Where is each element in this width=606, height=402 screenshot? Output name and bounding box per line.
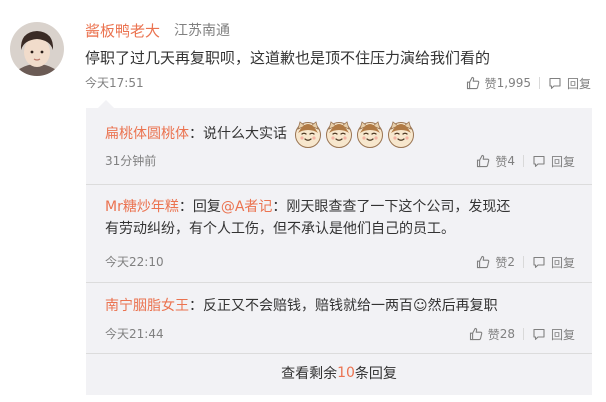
like-button[interactable]: 赞 2 xyxy=(476,254,515,271)
reply-label: 回复 xyxy=(550,154,575,169)
reply-content-continued: 有劳动纠纷，有个人工伤，但不承认是他们自己的员工。 xyxy=(105,221,455,237)
action-divider xyxy=(522,328,524,340)
reply-box-caret xyxy=(98,100,114,108)
thumbs-up-icon xyxy=(476,154,490,168)
reply-label: 回复 xyxy=(550,327,575,342)
thumbs-up-icon xyxy=(469,327,483,341)
reply-button[interactable]: 回复 xyxy=(532,254,575,271)
cat-emoji-icon xyxy=(294,120,322,148)
action-divider xyxy=(522,155,524,167)
more-suffix: 条回复 xyxy=(354,366,397,382)
reply-author[interactable]: 南宁胭脂女王 xyxy=(105,298,189,314)
reply-text: 反正又不会赔钱，赔钱就给一两百☺然后再复职 xyxy=(203,298,498,314)
more-count: 10 xyxy=(337,365,355,381)
reply-prefix: 回复 xyxy=(192,199,221,215)
reply-time: 31分钟前 xyxy=(105,154,157,168)
reply-text: ：刚天眼查查了一下这个公司，发现还 xyxy=(272,199,511,215)
like-count: 2 xyxy=(507,255,515,269)
thumbs-up-icon xyxy=(466,76,480,90)
comment-header: 酱板鸭老大 江苏南通 xyxy=(85,18,230,42)
reply-button[interactable]: 回复 xyxy=(532,153,575,170)
reply-label: 回复 xyxy=(566,76,591,91)
like-label: 赞 xyxy=(495,255,508,270)
reply-content: 扁桃体圆桃体：说什么大实话 xyxy=(105,120,575,148)
author-location: 江苏南通 xyxy=(174,23,231,39)
reply-icon xyxy=(532,154,546,168)
action-divider xyxy=(538,77,540,89)
cat-emoji-icon xyxy=(387,120,415,148)
action-divider xyxy=(522,256,524,268)
reply-colon: ： xyxy=(178,199,193,215)
comment-meta: 今天17:51 赞 1,995 回复 xyxy=(85,74,591,92)
reply-actions: 赞 28 回复 xyxy=(469,325,575,343)
reply-content: Mr糖炒年糕：回复@A者记：刚天眼查查了一下这个公司，发现还 xyxy=(105,196,575,218)
like-button[interactable]: 赞 4 xyxy=(476,153,515,170)
reply-time: 今天21:44 xyxy=(105,327,164,341)
reply-meta: 今天21:44 赞 28 回复 xyxy=(105,325,575,343)
like-label: 赞 xyxy=(495,154,508,169)
reply-actions: 赞 2 回复 xyxy=(476,253,575,271)
like-button[interactable]: 赞 1,995 xyxy=(466,75,531,92)
reply-time: 今天22:10 xyxy=(105,255,164,269)
reply-button[interactable]: 回复 xyxy=(532,326,575,343)
like-count: 1,995 xyxy=(496,76,531,90)
reply-button[interactable]: 回复 xyxy=(548,75,591,92)
reply-divider xyxy=(86,282,592,283)
reply-label: 回复 xyxy=(550,255,575,270)
like-count: 28 xyxy=(499,327,515,341)
like-count: 4 xyxy=(507,154,515,168)
more-prefix: 查看剩余 xyxy=(281,366,338,382)
reply-content: 南宁胭脂女王：反正又不会赔钱，赔钱就给一两百☺然后再复职 xyxy=(105,295,575,317)
reply-author[interactable]: Mr糖炒年糕 xyxy=(105,199,179,215)
like-label: 赞 xyxy=(484,76,497,91)
mention-link[interactable]: @A者记 xyxy=(221,199,273,215)
thumbs-up-icon xyxy=(476,255,490,269)
view-more-replies-link[interactable]: 查看剩余 10 条回复 xyxy=(86,354,592,392)
reply-icon xyxy=(548,76,562,90)
comment-time: 今天17:51 xyxy=(85,76,144,90)
comment-actions: 赞 1,995 回复 xyxy=(466,74,591,92)
like-label: 赞 xyxy=(487,327,500,342)
reply-author[interactable]: 扁桃体圆桃体 xyxy=(105,126,189,142)
avatar[interactable] xyxy=(10,22,64,76)
cat-emoji-icon xyxy=(356,120,384,148)
reply-meta: 31分钟前 赞 4 回复 xyxy=(105,152,575,170)
reply-colon: ： xyxy=(189,298,203,314)
reply-icon xyxy=(532,327,546,341)
comment-text: 停职了过几天再复职呗，这道歉也是顶不住压力演给我们看的 xyxy=(85,49,491,67)
cat-emoji-icon xyxy=(325,120,353,148)
reply-colon: ： xyxy=(189,126,203,142)
reply-list: 扁桃体圆桃体：说什么大实话 31分钟前 赞 4 回复 Mr糖炒年糕：回复@A者记… xyxy=(86,108,592,395)
reply-actions: 赞 4 回复 xyxy=(476,152,575,170)
reply-meta: 今天22:10 赞 2 回复 xyxy=(105,253,575,271)
author-name[interactable]: 酱板鸭老大 xyxy=(85,20,160,41)
reply-divider xyxy=(86,184,592,185)
reply-text: 说什么大实话 xyxy=(203,126,287,142)
like-button[interactable]: 赞 28 xyxy=(469,326,515,343)
reply-icon xyxy=(532,255,546,269)
